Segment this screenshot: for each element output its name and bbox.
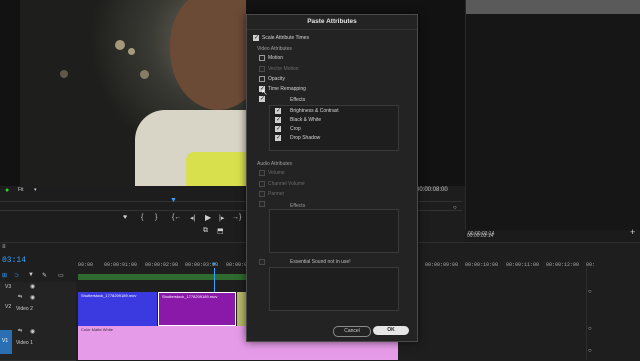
- eye-icon[interactable]: ◉: [30, 283, 35, 290]
- video-attributes-heading: Video Attributes: [257, 46, 292, 52]
- track-header-v2: V2 ⇆ ◉ Video 2: [0, 292, 76, 327]
- effect-label: Brightness & Contrast: [290, 108, 339, 114]
- time-remapping-label: Time Remapping: [268, 86, 306, 92]
- marker-icon[interactable]: ♥: [123, 214, 127, 221]
- channel-volume-checkbox: [259, 181, 265, 187]
- mark-out-icon[interactable]: }: [155, 214, 157, 221]
- effect-checkbox[interactable]: [275, 107, 281, 114]
- opacity-label: Opacity: [268, 76, 285, 82]
- panner-label: Panner: [268, 191, 285, 197]
- add-icon[interactable]: +: [630, 227, 635, 237]
- sync-lock-icon[interactable]: ⇆: [18, 294, 22, 300]
- eye-icon[interactable]: ◉: [30, 294, 35, 301]
- source-monitor: 00:00:03:14 +: [465, 0, 640, 237]
- track-id: V2: [5, 304, 12, 310]
- zoom-select[interactable]: Fit: [18, 187, 24, 193]
- clip-label: Shutterstock_1778209189.mov: [162, 294, 218, 299]
- ruler-label: 00:00:09:00: [425, 262, 459, 268]
- cancel-button[interactable]: Cancel: [333, 326, 371, 337]
- ruler-label: 00:00:01:00: [104, 262, 138, 268]
- effect-checkbox[interactable]: [275, 134, 281, 141]
- panner-checkbox: [259, 191, 265, 197]
- effects-label: Effects: [290, 97, 306, 103]
- timeline-tools: ⊞ ⊃ ▼ ✎ ▭: [2, 272, 76, 280]
- essential-sound-checkbox: [259, 259, 265, 265]
- go-to-out-icon[interactable]: →}: [232, 214, 241, 221]
- scale-attribute-times-checkbox[interactable]: [253, 34, 259, 41]
- effect-label: Black & White: [290, 117, 322, 123]
- audio-attributes-heading: Audio Attributes: [257, 161, 293, 167]
- effect-label: Crop: [290, 126, 301, 132]
- ruler-label: 00:00:12:00: [546, 262, 580, 268]
- motion-checkbox[interactable]: [259, 55, 265, 61]
- audio-effects-checkbox: [259, 201, 265, 207]
- track-header-v1: V1 ⇆ ◉ Video 1: [0, 326, 76, 361]
- clip-label: Color Matte White: [81, 327, 114, 332]
- insert-icon[interactable]: ⧉: [203, 227, 208, 235]
- ok-button[interactable]: OK: [373, 326, 409, 335]
- clip-v2-a[interactable]: Shutterstock_1778209189.mov: [78, 292, 157, 326]
- track-name: Video 2: [16, 306, 33, 312]
- ruler-label: 00:00:02:00: [145, 262, 179, 268]
- step-back-icon[interactable]: ◂|: [190, 214, 195, 222]
- volume-checkbox: [259, 170, 265, 176]
- audio-effects-list: [269, 209, 399, 253]
- track-name: Video 1: [16, 340, 33, 346]
- ruler-label: 00:00:10:00: [465, 262, 499, 268]
- scroll-handle-icon[interactable]: ○: [588, 289, 592, 295]
- ruler-label: 00:: [586, 262, 596, 268]
- scale-attribute-times-label: Scale Attribute Times: [262, 35, 309, 41]
- clip-v2-b[interactable]: Shutterstock_1778209189.mov: [158, 292, 236, 326]
- program-timecode: 00:00:08:00: [416, 187, 448, 193]
- add-marker-icon[interactable]: ▼: [28, 272, 34, 278]
- volume-label: Volume: [268, 170, 285, 176]
- clip-label: Shutterstock_1778209189.mov: [81, 293, 137, 298]
- phone: [186, 152, 246, 186]
- captions-icon[interactable]: ▭: [58, 272, 64, 279]
- effect-label: Drop Shadow: [290, 135, 321, 141]
- export-frame-icon[interactable]: ⬒: [217, 227, 224, 235]
- wrench-icon[interactable]: ✎: [42, 272, 47, 279]
- effect-checkbox[interactable]: [275, 116, 281, 123]
- scroll-handle-icon[interactable]: ○: [588, 348, 592, 354]
- opacity-checkbox[interactable]: [259, 76, 265, 82]
- sync-lock-icon[interactable]: ⇆: [18, 328, 22, 334]
- dialog-title: Paste Attributes: [247, 15, 417, 30]
- linked-selection-icon[interactable]: ⊃: [14, 272, 19, 279]
- mark-in-icon[interactable]: {: [141, 214, 143, 221]
- essential-sound-list: [269, 267, 399, 311]
- ruler-label: 00:00:11:00: [506, 262, 540, 268]
- effects-list: Brightness & Contrast Black & White Crop…: [269, 105, 399, 151]
- status-dot-icon: ●: [5, 187, 10, 194]
- eye-icon[interactable]: ◉: [30, 328, 35, 335]
- playhead-marker-icon[interactable]: ▼: [170, 197, 177, 204]
- effect-checkbox[interactable]: [275, 125, 281, 132]
- chevron-down-icon[interactable]: ▾: [34, 187, 37, 193]
- channel-volume-label: Channel Volume: [268, 181, 305, 187]
- essential-sound-label: Essential Sound not in use!: [290, 259, 351, 265]
- motion-label: Motion: [268, 55, 284, 61]
- source-timecode-readout: 00:00:03:14: [467, 233, 494, 239]
- playhead-icon[interactable]: ▼: [211, 262, 217, 268]
- snap-icon[interactable]: ⊞: [2, 272, 7, 279]
- menu-icon[interactable]: ≡: [2, 244, 6, 250]
- scroll-handle-icon[interactable]: ○: [453, 205, 457, 211]
- track-id: V3: [5, 284, 12, 290]
- subject-face: [170, 0, 246, 110]
- play-icon[interactable]: ▶: [205, 213, 211, 222]
- vector-motion-checkbox: [259, 66, 265, 72]
- vector-motion-label: Vector Motion: [268, 66, 299, 72]
- clip-v2-c[interactable]: [237, 292, 246, 326]
- timeline-timecode[interactable]: 03:14: [2, 256, 26, 265]
- step-forward-icon[interactable]: |▸: [219, 214, 224, 222]
- go-to-in-icon[interactable]: {←: [172, 214, 181, 221]
- scroll-handle-icon[interactable]: ○: [588, 326, 592, 332]
- effects-checkbox[interactable]: [259, 95, 265, 102]
- paste-attributes-dialog: Paste Attributes Scale Attribute Times V…: [246, 14, 418, 342]
- ruler-label: 00:00: [78, 262, 94, 268]
- track-id: V1: [2, 338, 9, 344]
- video-frame: [20, 0, 246, 186]
- work-area-bar[interactable]: [78, 274, 246, 280]
